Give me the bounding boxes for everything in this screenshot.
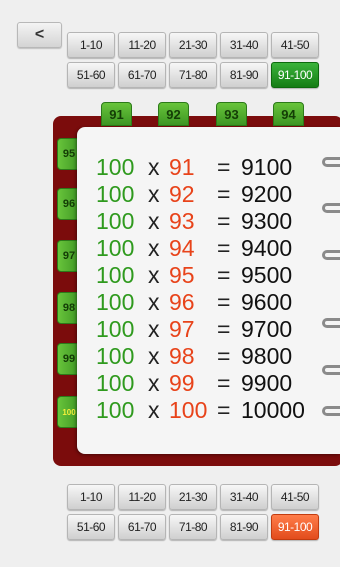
multiplier: 91 — [169, 154, 195, 180]
range-button-21-30[interactable]: 21-30 — [169, 32, 217, 58]
page-tab-91[interactable]: 91 — [101, 102, 132, 126]
range-button-81-90[interactable]: 81-90 — [220, 62, 268, 88]
range-button-21-30[interactable]: 21-30 — [169, 484, 217, 510]
equation-row: 100 x 96 = 9600 — [96, 289, 305, 316]
product: 9400 — [241, 235, 293, 261]
range-button-81-90[interactable]: 81-90 — [220, 514, 268, 540]
times-sign: x — [148, 289, 160, 315]
multiplier: 93 — [169, 208, 195, 234]
times-sign: x — [148, 370, 160, 396]
multiplier: 99 — [169, 370, 195, 396]
multiplicand: 100 — [96, 316, 135, 342]
multiplicand: 100 — [96, 208, 135, 234]
multiplier: 92 — [169, 181, 195, 207]
product: 9600 — [241, 289, 293, 315]
multiplicand: 100 — [96, 262, 135, 288]
product: 9200 — [241, 181, 293, 207]
range-button-71-80[interactable]: 71-80 — [169, 62, 217, 88]
equals-sign: = — [217, 316, 231, 342]
equation-row: 100 x 91 = 9100 — [96, 154, 305, 181]
multiplier: 95 — [169, 262, 195, 288]
times-sign: x — [148, 235, 160, 261]
product: 9300 — [241, 208, 293, 234]
multiplicand: 100 — [96, 154, 135, 180]
equals-sign: = — [217, 181, 231, 207]
binder-ring — [322, 318, 340, 328]
page-tab-93[interactable]: 93 — [216, 102, 247, 126]
multiplier: 96 — [169, 289, 195, 315]
bottom-range-selector: 1-10 11-20 21-30 31-40 41-50 51-60 61-70… — [67, 484, 319, 540]
product: 10000 — [241, 397, 305, 423]
multiplication-table: 100 x 91 = 9100 100 x 92 = 9200 100 x 93 = 9300 100 x… — [96, 154, 305, 424]
range-button-61-70[interactable]: 61-70 — [118, 514, 166, 540]
multiplicand: 100 — [96, 343, 135, 369]
equation-row: 100 x 99 = 9900 — [96, 370, 305, 397]
equals-sign: = — [217, 262, 231, 288]
equation-row: 100 x 92 = 9200 — [96, 181, 305, 208]
equation-row: 100 x 100 = 10000 — [96, 397, 305, 424]
binder-ring — [322, 406, 340, 416]
multiplicand: 100 — [96, 235, 135, 261]
multiplicand: 100 — [96, 181, 135, 207]
equation-row: 100 x 97 = 9700 — [96, 316, 305, 343]
equation-row: 100 x 93 = 9300 — [96, 208, 305, 235]
multiplier: 100 — [169, 397, 208, 423]
top-range-selector: 1-10 11-20 21-30 31-40 41-50 51-60 61-70… — [67, 32, 319, 88]
range-button-1-10[interactable]: 1-10 — [67, 32, 115, 58]
back-button[interactable]: < — [17, 22, 62, 48]
range-button-51-60[interactable]: 51-60 — [67, 514, 115, 540]
range-button-41-50[interactable]: 41-50 — [271, 32, 319, 58]
multiplier: 97 — [169, 316, 195, 342]
equation-row: 100 x 98 = 9800 — [96, 343, 305, 370]
range-button-31-40[interactable]: 31-40 — [220, 32, 268, 58]
product: 9100 — [241, 154, 293, 180]
times-sign: x — [148, 154, 160, 180]
product: 9500 — [241, 262, 293, 288]
range-button-41-50[interactable]: 41-50 — [271, 484, 319, 510]
multiplicand: 100 — [96, 397, 135, 423]
range-button-91-100-selected[interactable]: 91-100 — [271, 62, 319, 88]
times-sign: x — [148, 397, 160, 423]
times-sign: x — [148, 181, 160, 207]
binder-ring — [322, 157, 340, 167]
times-sign: x — [148, 208, 160, 234]
range-button-11-20[interactable]: 11-20 — [118, 32, 166, 58]
equals-sign: = — [217, 289, 231, 315]
range-button-71-80[interactable]: 71-80 — [169, 514, 217, 540]
multiplicand: 100 — [96, 370, 135, 396]
range-button-11-20[interactable]: 11-20 — [118, 484, 166, 510]
equation-row: 100 x 94 = 9400 — [96, 235, 305, 262]
product: 9800 — [241, 343, 293, 369]
times-sign: x — [148, 316, 160, 342]
equation-row: 100 x 95 = 9500 — [96, 262, 305, 289]
range-button-61-70[interactable]: 61-70 — [118, 62, 166, 88]
page-tab-94[interactable]: 94 — [273, 102, 304, 126]
multiplier: 98 — [169, 343, 195, 369]
multiplier: 94 — [169, 235, 195, 261]
times-sign: x — [148, 262, 160, 288]
product: 9700 — [241, 316, 293, 342]
range-button-91-100-selected[interactable]: 91-100 — [271, 514, 319, 540]
equals-sign: = — [217, 154, 231, 180]
product: 9900 — [241, 370, 293, 396]
equals-sign: = — [217, 370, 231, 396]
binder-ring — [322, 203, 340, 213]
equals-sign: = — [217, 343, 231, 369]
times-sign: x — [148, 343, 160, 369]
binder-ring — [322, 365, 340, 375]
range-button-1-10[interactable]: 1-10 — [67, 484, 115, 510]
page-tab-92[interactable]: 92 — [158, 102, 189, 126]
equals-sign: = — [217, 208, 231, 234]
range-button-51-60[interactable]: 51-60 — [67, 62, 115, 88]
equals-sign: = — [217, 397, 231, 423]
range-button-31-40[interactable]: 31-40 — [220, 484, 268, 510]
multiplicand: 100 — [96, 289, 135, 315]
binder-ring — [322, 250, 340, 260]
equals-sign: = — [217, 235, 231, 261]
